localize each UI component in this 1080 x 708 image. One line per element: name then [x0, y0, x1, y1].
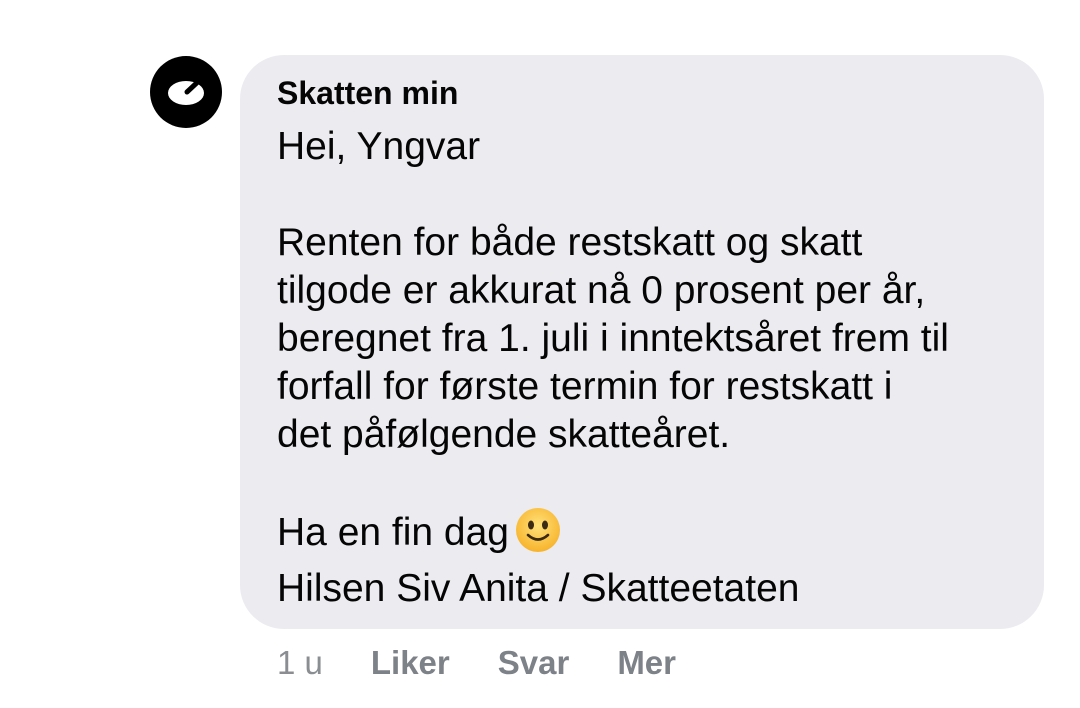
slightly-smiling-face-icon: [515, 507, 561, 565]
like-button[interactable]: Liker: [371, 644, 450, 682]
signature-line: Hilsen Siv Anita / Skatteetaten: [277, 567, 800, 610]
skatteetaten-logo-icon: [168, 75, 205, 105]
paragraph-line: tilgode er akkurat nå 0 prosent per år,: [277, 269, 926, 312]
comment: Skatten min Hei, Yngvar Renten for både …: [0, 0, 1080, 708]
closing-line: Ha en fin dag: [277, 507, 1014, 565]
comment-author[interactable]: Skatten min: [277, 73, 1014, 113]
paragraph-line: forfall for første termin for restskatt …: [277, 365, 893, 408]
closing-text: Ha en fin dag: [277, 511, 510, 554]
paragraph-line: det påfølgende skatteåret.: [277, 413, 731, 456]
timestamp[interactable]: 1 u: [277, 644, 323, 682]
more-button[interactable]: Mer: [617, 644, 676, 682]
avatar[interactable]: [150, 56, 222, 128]
comment-actions: 1 u Liker Svar Mer: [277, 640, 724, 686]
comment-body: Hei, Yngvar Renten for både restskatt og…: [277, 123, 1014, 613]
reply-button[interactable]: Svar: [498, 644, 570, 682]
greeting-line: Hei, Yngvar: [277, 125, 481, 168]
comment-bubble: Skatten min Hei, Yngvar Renten for både …: [240, 55, 1044, 629]
paragraph-line: beregnet fra 1. juli i inntektsåret frem…: [277, 317, 949, 360]
paragraph-line: Renten for både restskatt og skatt: [277, 221, 863, 264]
